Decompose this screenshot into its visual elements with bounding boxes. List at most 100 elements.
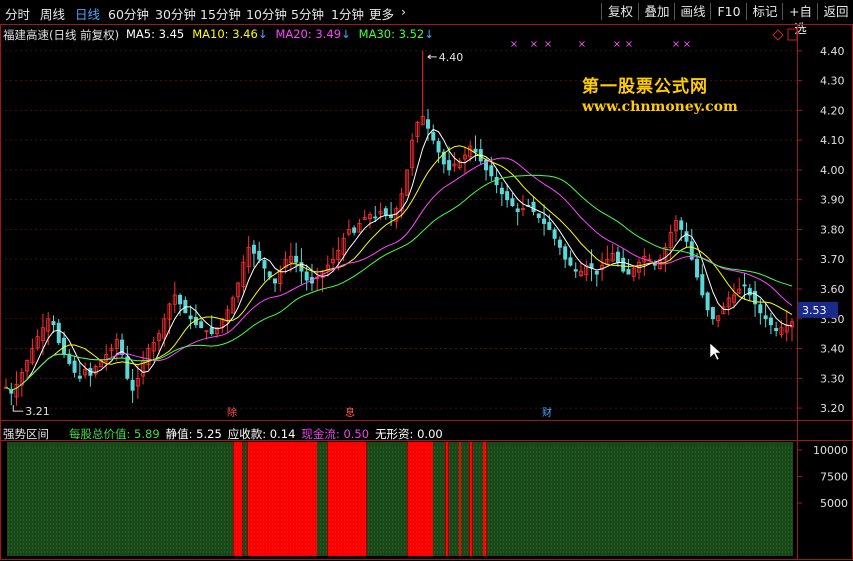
ma-label: MA10: <box>192 27 229 41</box>
current-price-label: 3.53 <box>802 304 827 317</box>
tab-9[interactable]: 更多 <box>369 4 394 23</box>
candle-body <box>383 208 388 215</box>
lower-legend-item-2: 应收款: 0.14 <box>228 427 296 441</box>
candle-body <box>178 294 183 305</box>
ma-legend-item-3: MA30: 3.52↓ <box>359 27 434 41</box>
candle-body <box>352 227 357 233</box>
candle-body <box>426 119 431 129</box>
more-arrow-icon[interactable]: › <box>401 4 406 19</box>
candle-body <box>130 379 135 391</box>
candle-body <box>684 231 689 242</box>
tab-6[interactable]: 10分钟 <box>246 4 287 23</box>
candle-body <box>273 278 278 284</box>
diamond-icon <box>772 29 784 41</box>
peak-pointer <box>427 54 437 60</box>
red-zone <box>446 442 448 556</box>
ma-label: MA5: <box>126 27 155 41</box>
mouse-cursor-icon <box>709 342 722 361</box>
ma-value: 3.45 <box>154 27 185 41</box>
candle-body <box>499 187 504 195</box>
lower-legend-item-0: 每股总价值: 5.89 <box>69 427 160 441</box>
y-tick-label: 3.60 <box>820 283 845 296</box>
item-value: 5.89 <box>130 427 160 441</box>
lower-legend-item-1: 静值: 5.25 <box>166 427 222 441</box>
tab-4[interactable]: 30分钟 <box>155 4 196 23</box>
candle-body <box>267 271 272 278</box>
tab-0[interactable]: 分时 <box>5 4 30 23</box>
candle-body <box>56 322 61 343</box>
tab-1[interactable]: 周线 <box>40 4 65 23</box>
tab-8[interactable]: 1分钟 <box>331 4 364 23</box>
toolbar-button-1[interactable]: 叠加 <box>638 3 675 20</box>
lower-panel-legend: 强势区间 每股总价值: 5.89 静值: 5.25 应收款: 0.14 现金流: 0.5… <box>3 426 449 442</box>
candle-body <box>209 327 214 335</box>
red-zone <box>459 442 461 556</box>
ma-line-20 <box>5 157 793 391</box>
candle-body <box>125 356 130 379</box>
red-zone <box>470 442 472 556</box>
ma-legend-item-2: MA20: 3.49↓ <box>275 27 350 41</box>
watermark-url: www.chnmoney.com <box>582 99 738 115</box>
candle-body <box>304 271 309 281</box>
item-label: 无形资: <box>375 427 414 441</box>
candle-body <box>758 304 763 314</box>
toolbar-button-4[interactable]: 标记 <box>746 3 783 20</box>
stock-name: 福建高速(日线 前复权) <box>3 28 120 42</box>
y-tick-label: 7500 <box>820 471 848 484</box>
candle-body <box>373 216 378 219</box>
item-value: 0.50 <box>339 427 370 441</box>
red-zone <box>483 442 486 556</box>
toolbar-button-3[interactable]: F10 <box>710 3 747 20</box>
y-tick-label: 3.30 <box>820 372 845 385</box>
ma-value: 3.49 <box>311 27 342 41</box>
toolbar-button-5[interactable]: +自选 <box>782 3 818 36</box>
ma-label: MA20: <box>275 27 312 41</box>
item-label: 每股总价值: <box>69 427 131 441</box>
candle-body <box>72 360 77 373</box>
candle-body <box>542 218 547 224</box>
event-marker: 除 <box>227 406 237 419</box>
candle-body <box>774 327 779 332</box>
candle-body <box>747 288 752 296</box>
toolbar-button-0[interactable]: 复权 <box>601 3 639 20</box>
trough-label: 3.21 <box>25 405 50 418</box>
ma-value: 3.52 <box>394 27 425 41</box>
candle-body <box>594 270 599 275</box>
candle-body <box>77 375 82 379</box>
ma-line-30 <box>5 174 793 391</box>
toolbar-button-2[interactable]: 画线 <box>674 3 711 20</box>
candle-body <box>489 165 494 177</box>
candle-body <box>568 257 573 266</box>
candle-body <box>447 160 452 171</box>
candle-body <box>710 307 715 320</box>
window-icon <box>787 28 798 41</box>
signal-mark: × <box>544 39 552 50</box>
signal-mark: × <box>510 39 518 50</box>
candle-body <box>626 269 631 275</box>
candle-body <box>531 201 536 213</box>
candle-body <box>188 315 193 320</box>
tab-7[interactable]: 5分钟 <box>291 4 324 23</box>
signal-mark: × <box>613 39 621 50</box>
red-zone <box>408 442 433 556</box>
toolbar-button-6[interactable]: 返回 <box>817 3 853 20</box>
tab-5[interactable]: 15分钟 <box>200 4 241 23</box>
ma-value: 3.46 <box>228 27 258 41</box>
event-marker: 息 <box>345 406 355 419</box>
y-tick-label: 4.10 <box>820 134 845 147</box>
signal-mark: × <box>672 39 680 50</box>
signal-mark: × <box>530 39 538 50</box>
y-tick-label: 3.40 <box>820 343 845 356</box>
red-zone <box>248 442 317 556</box>
item-value: 0.00 <box>413 427 443 441</box>
tab-3[interactable]: 60分钟 <box>108 4 149 23</box>
candle-body <box>705 292 710 311</box>
event-marker: 财 <box>542 406 552 419</box>
tab-2[interactable]: 日线 <box>75 4 100 23</box>
y-tick-label: 4.20 <box>820 104 845 117</box>
y-tick-label: 4.00 <box>820 164 845 177</box>
item-label: 静值: <box>165 427 193 441</box>
lower-legend-item-3: 现金流: 0.50 <box>301 427 369 441</box>
candle-body <box>742 284 747 287</box>
candle-body <box>257 250 262 260</box>
